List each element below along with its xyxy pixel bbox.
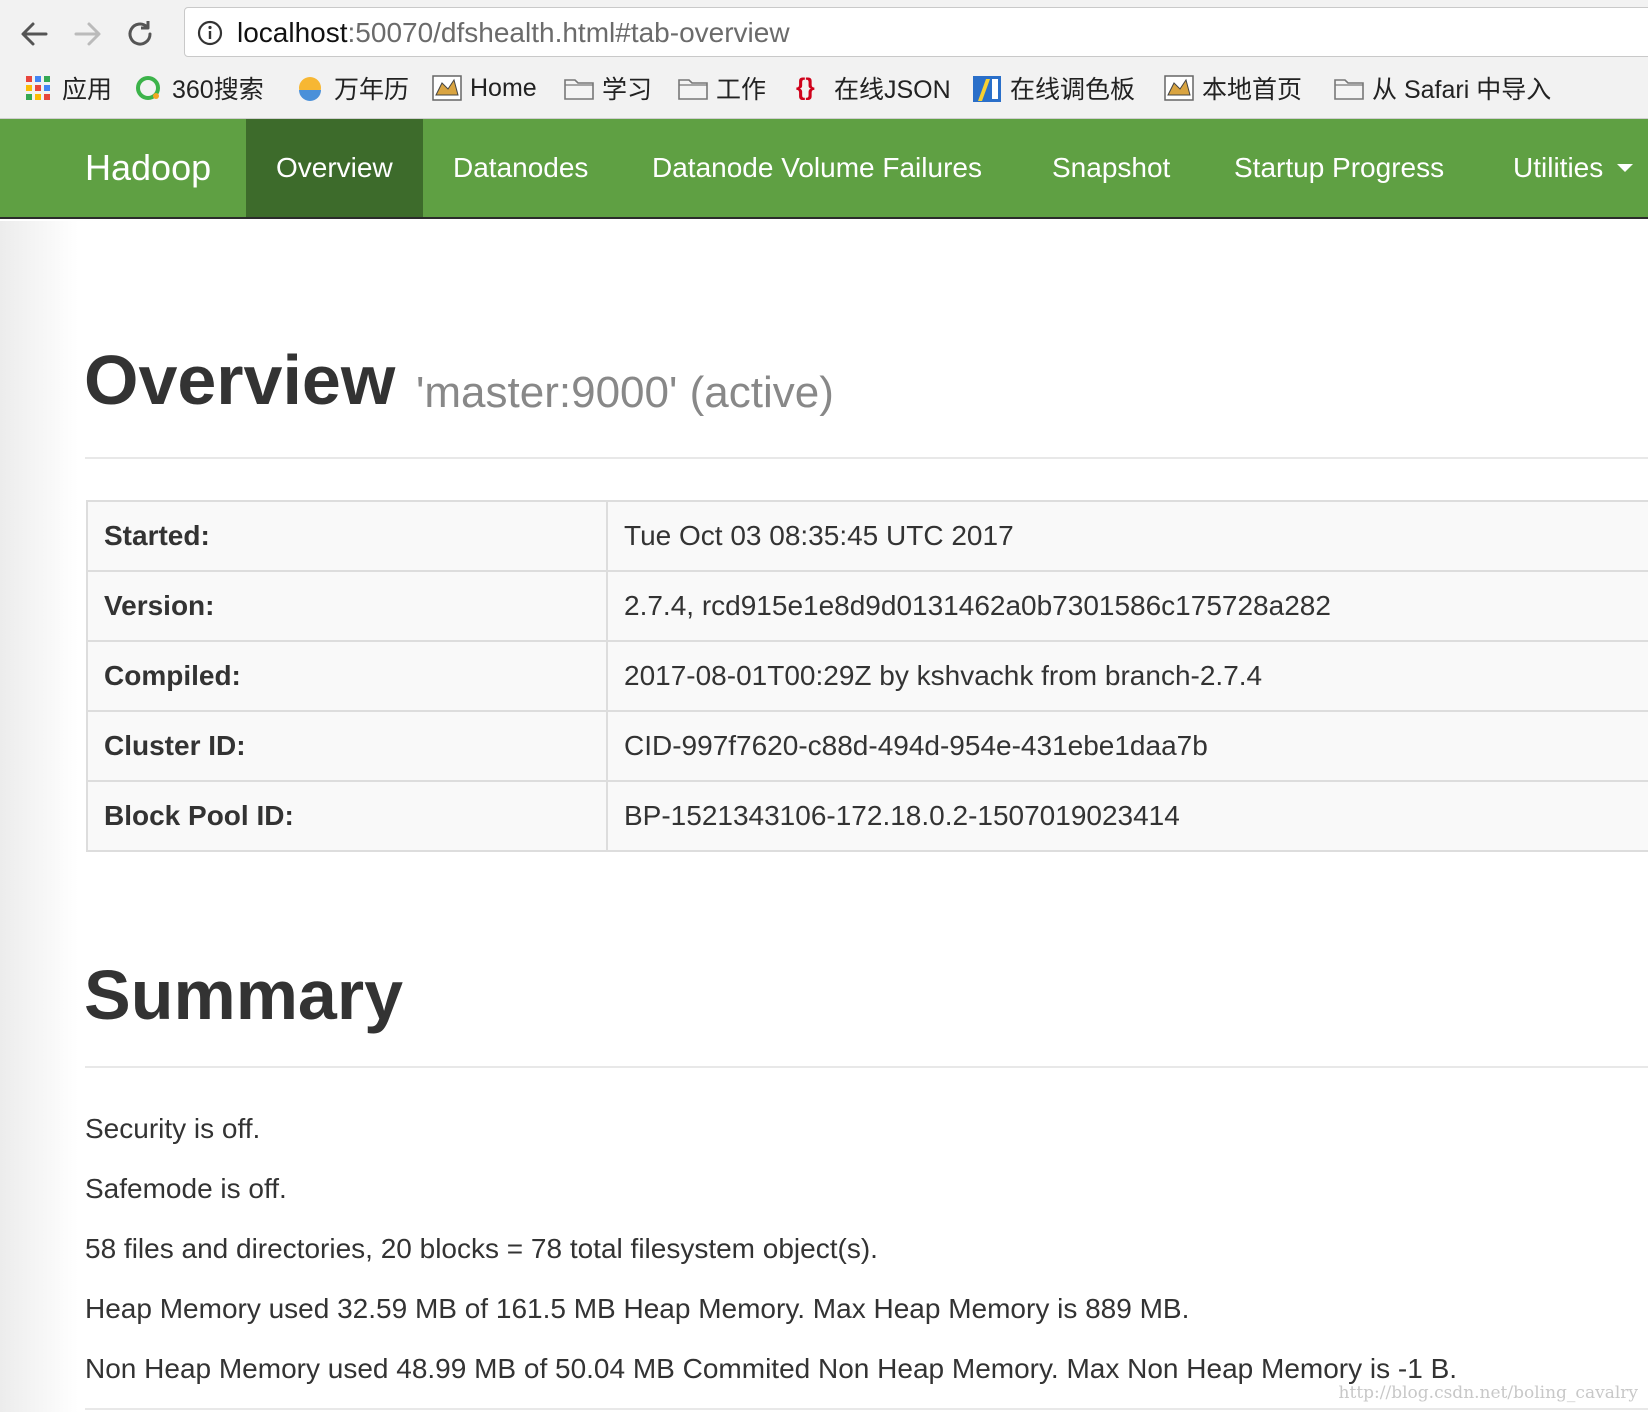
summary-security: Security is off. bbox=[85, 1113, 261, 1144]
row-value: 2017-08-01T00:29Z by kshvachk from branc… bbox=[606, 640, 1648, 712]
row-value: BP-1521343106-172.18.0.2-1507019023414 bbox=[606, 780, 1648, 852]
row-value: CID-997f7620-c88d-494d-954e-431ebe1daa7b bbox=[606, 710, 1648, 782]
overview-table: Started: Tue Oct 03 08:35:45 UTC 2017 Ver… bbox=[86, 500, 1648, 852]
address-bar[interactable]: localhost:50070/dfshealth.html#tab-overv… bbox=[184, 7, 1648, 57]
summary-heap-memory: Heap Memory used 32.59 MB of 161.5 MB He… bbox=[85, 1293, 1190, 1324]
watermark: http://blog.csdn.net/boling_cavalry bbox=[1338, 1383, 1638, 1403]
summary-filesystem-objects: 58 files and directories, 20 blocks = 78… bbox=[85, 1233, 878, 1264]
row-value: 2.7.4, rcd915e1e8d9d0131462a0b7301586c17… bbox=[606, 570, 1648, 642]
row-key: Block Pool ID: bbox=[86, 780, 608, 852]
360-search-icon bbox=[134, 75, 162, 101]
bookmark-local-home[interactable]: 本地首页 bbox=[1164, 70, 1302, 106]
bookmark-folder-work[interactable]: 工作 bbox=[678, 70, 766, 106]
back-button[interactable] bbox=[14, 14, 54, 54]
tab-startup-progress[interactable]: Startup Progress bbox=[1234, 119, 1444, 217]
folder-icon bbox=[564, 75, 594, 101]
reload-icon bbox=[128, 21, 152, 46]
apps-grid-icon bbox=[24, 75, 52, 101]
table-row: Compiled: 2017-08-01T00:29Z by kshvachk f… bbox=[86, 640, 1648, 712]
back-arrow-icon bbox=[21, 22, 48, 46]
tab-datanode-volume-failures[interactable]: Datanode Volume Failures bbox=[652, 119, 982, 217]
table-row: Cluster ID: CID-997f7620-c88d-494d-954e-4… bbox=[86, 710, 1648, 782]
brand-hadoop[interactable]: Hadoop bbox=[85, 147, 211, 189]
row-key: Started: bbox=[86, 500, 608, 572]
palette-icon bbox=[972, 75, 1001, 102]
bookmark-360-search[interactable]: 360搜索 bbox=[134, 70, 264, 106]
caret-down-icon bbox=[1617, 163, 1634, 172]
json-braces-icon: {} bbox=[796, 74, 815, 101]
browser-toolbar: localhost:50070/dfshealth.html#tab-overv… bbox=[0, 0, 1648, 60]
divider bbox=[85, 457, 1648, 459]
menu-utilities[interactable]: Utilities bbox=[1513, 119, 1634, 217]
overview-heading: Overview bbox=[84, 341, 396, 419]
bookmark-home[interactable]: Home bbox=[432, 70, 537, 106]
bookmark-color-palette[interactable]: 在线调色板 bbox=[972, 70, 1135, 106]
folder-icon bbox=[678, 75, 708, 101]
forward-arrow-icon bbox=[74, 22, 101, 46]
table-row: Block Pool ID: BP-1521343106-172.18.0.2-1… bbox=[86, 780, 1648, 852]
bookmark-apps[interactable]: 应用 bbox=[24, 70, 112, 106]
summary-safemode: Safemode is off. bbox=[85, 1173, 287, 1204]
row-key: Cluster ID: bbox=[86, 710, 608, 782]
table-row: Version: 2.7.4, rcd915e1e8d9d0131462a0b73… bbox=[86, 570, 1648, 642]
menu-utilities-label: Utilities bbox=[1513, 152, 1604, 183]
reload-button[interactable] bbox=[120, 14, 160, 54]
overview-subtitle: 'master:9000' (active) bbox=[416, 368, 834, 417]
folder-icon bbox=[1334, 75, 1364, 101]
row-value: Tue Oct 03 08:35:45 UTC 2017 bbox=[606, 500, 1648, 572]
tab-datanodes[interactable]: Datanodes bbox=[453, 119, 588, 217]
tomcat-icon bbox=[432, 75, 462, 101]
bookmark-folder-study[interactable]: 学习 bbox=[564, 70, 652, 106]
row-key: Version: bbox=[86, 570, 608, 642]
info-icon[interactable] bbox=[197, 20, 223, 46]
bookmark-calendar[interactable]: 万年历 bbox=[296, 70, 409, 106]
divider bbox=[85, 1066, 1648, 1068]
summary-non-heap-memory: Non Heap Memory used 48.99 MB of 50.04 M… bbox=[85, 1353, 1458, 1384]
tab-snapshot[interactable]: Snapshot bbox=[1052, 119, 1170, 217]
bookmarks-bar: 应用 360搜索 万年历 Home 学习 工作 {} 在线JSON 在线调色板 本… bbox=[0, 60, 1648, 119]
row-key: Compiled: bbox=[86, 640, 608, 712]
tab-overview[interactable]: Overview bbox=[246, 119, 423, 217]
table-row: Started: Tue Oct 03 08:35:45 UTC 2017 bbox=[86, 500, 1648, 572]
bookmark-json[interactable]: {} 在线JSON bbox=[796, 70, 951, 106]
bookmark-folder-safari-import[interactable]: 从 Safari 中导入 bbox=[1334, 70, 1551, 106]
summary-heading: Summary bbox=[84, 956, 404, 1034]
url-text[interactable]: localhost:50070/dfshealth.html#tab-overv… bbox=[237, 17, 790, 49]
calendar-sun-icon bbox=[296, 75, 324, 101]
forward-button[interactable] bbox=[68, 14, 108, 54]
left-gutter bbox=[0, 221, 78, 1412]
divider bbox=[85, 1408, 1648, 1410]
hadoop-navbar: Hadoop Overview Datanodes Datanode Volum… bbox=[0, 119, 1648, 219]
tomcat-icon bbox=[1164, 75, 1194, 101]
